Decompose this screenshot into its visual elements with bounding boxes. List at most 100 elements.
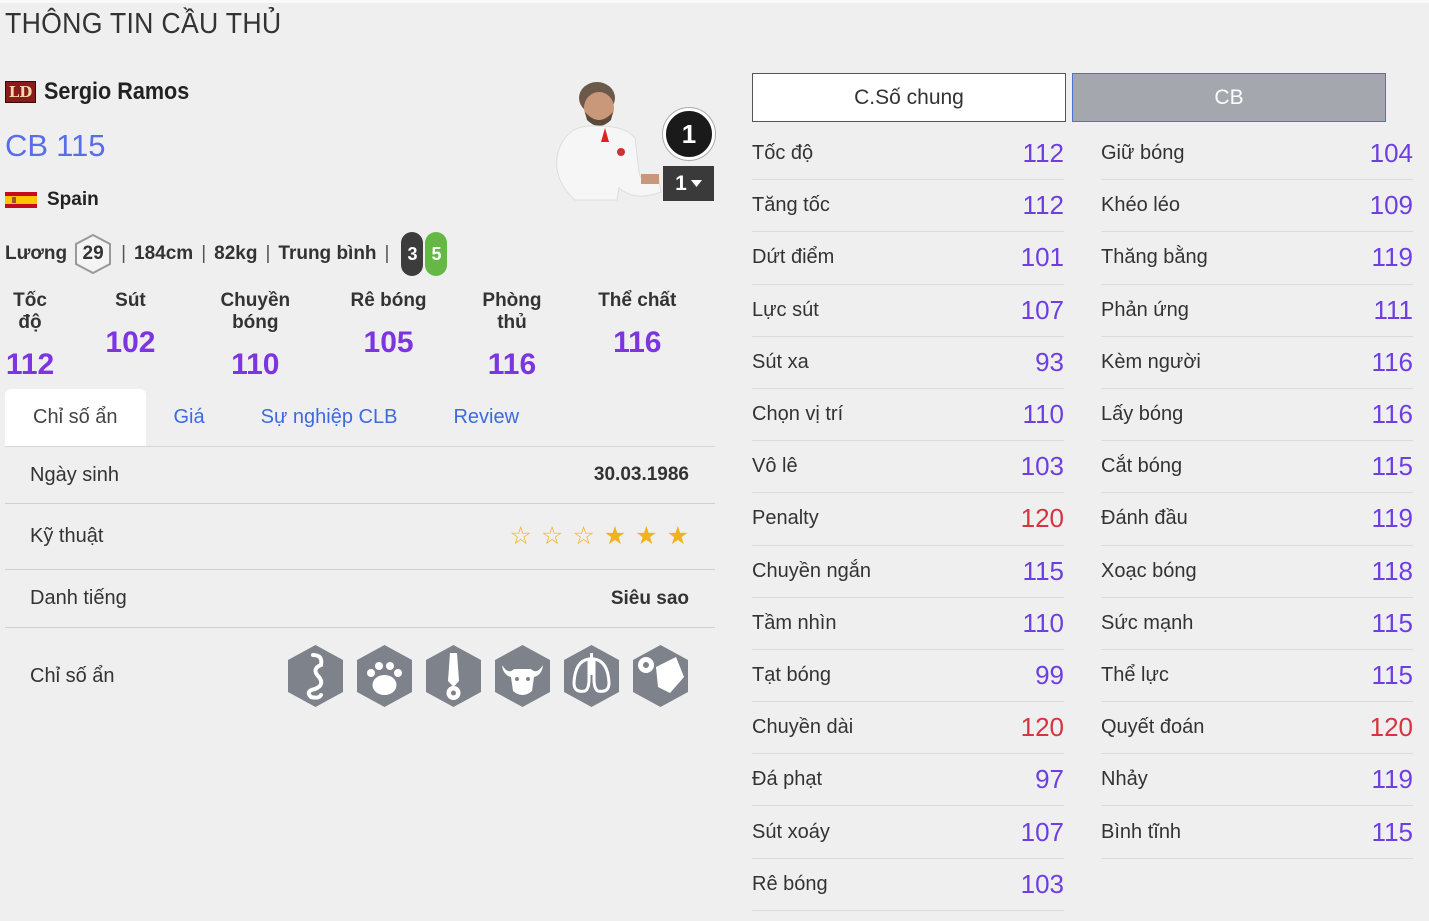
stat-row: Nhảy 119 bbox=[1101, 754, 1413, 807]
weight-value: 82kg bbox=[214, 243, 258, 264]
tie-ball-trait-icon[interactable] bbox=[423, 643, 484, 709]
stat-value: 103 bbox=[1020, 451, 1064, 482]
stat-name: Lấy bóng bbox=[1101, 403, 1184, 426]
summary-label: Phòng thủ bbox=[482, 290, 542, 333]
spain-flag-icon bbox=[5, 192, 37, 208]
foot-ratings: 3 5 bbox=[401, 232, 448, 276]
stat-name: Phản ứng bbox=[1101, 298, 1189, 321]
summary-value: 116 bbox=[487, 348, 537, 381]
stat-row: Tốc độ 112 bbox=[752, 128, 1064, 181]
player-position: CB bbox=[5, 128, 49, 163]
stat-name: Sút xoáy bbox=[752, 820, 830, 843]
stat-row: Thăng bằng 119 bbox=[1101, 232, 1413, 285]
traits-row: Chỉ số ẩn bbox=[5, 628, 715, 724]
cb-position-button[interactable]: CB bbox=[1072, 73, 1386, 122]
stat-name: Tăng tốc bbox=[752, 194, 830, 217]
stat-name: Lực sút bbox=[752, 298, 819, 321]
summary-passing: Chuyền bóng 110 bbox=[201, 290, 310, 382]
boot-ball-trait-icon[interactable] bbox=[630, 643, 691, 709]
stat-name: Rê bóng bbox=[752, 872, 828, 895]
stat-name: Penalty bbox=[752, 507, 819, 530]
stats-column-left: Tốc độ 112 Tăng tốc 112 Dứt điểm 101 Lực sút 10… bbox=[752, 128, 1064, 911]
fame-row: Danh tiếng Siêu sao bbox=[5, 570, 715, 628]
summary-label: Chuyền bóng bbox=[220, 290, 291, 333]
summary-physical: Thể chất 116 bbox=[557, 290, 718, 382]
star-filled-icon: ★ bbox=[603, 522, 627, 550]
stat-name: Sút xa bbox=[752, 350, 809, 373]
stat-value: 118 bbox=[1371, 555, 1413, 586]
stat-row: Chọn vị trí 110 bbox=[752, 389, 1064, 442]
snake-trait-icon[interactable] bbox=[285, 643, 346, 709]
player-name: Sergio Ramos bbox=[44, 78, 190, 105]
stat-value: 112 bbox=[1022, 138, 1064, 169]
skill-stars: ☆ ☆ ☆ ★ ★ ★ bbox=[509, 524, 689, 549]
player-ovr: 115 bbox=[56, 128, 106, 163]
tab-review[interactable]: Review bbox=[425, 389, 547, 446]
stat-row: Lực sút 107 bbox=[752, 285, 1064, 337]
summary-value: 105 bbox=[363, 326, 414, 359]
birth-label: Ngày sinh bbox=[30, 463, 119, 486]
stat-value: 120 bbox=[1020, 712, 1064, 743]
stat-name: Chuyền ngắn bbox=[752, 559, 871, 582]
stat-row: Cắt bóng 115 bbox=[1101, 441, 1413, 494]
tab-price[interactable]: Giá bbox=[146, 389, 233, 446]
stat-name: Nhảy bbox=[1101, 768, 1148, 791]
fame-label: Danh tiếng bbox=[30, 587, 127, 609]
skill-label: Kỹ thuật bbox=[30, 525, 104, 547]
detail-tabs: Chỉ số ẩn Giá Sự nghiệp CLB Review bbox=[5, 389, 715, 447]
stat-name: Đá phạt bbox=[752, 768, 823, 791]
stat-value: 112 bbox=[1022, 190, 1064, 221]
stat-row: Sức mạnh 115 bbox=[1101, 598, 1413, 650]
lungs-trait-icon[interactable] bbox=[561, 643, 622, 709]
wage-label: Lương bbox=[5, 243, 68, 264]
position-ovr: CB 115 bbox=[5, 128, 114, 164]
stat-name: Khéo léo bbox=[1101, 194, 1180, 217]
summary-label: Tốc độ bbox=[13, 290, 47, 333]
stat-name: Kèm người bbox=[1101, 350, 1201, 373]
stat-value: 110 bbox=[1022, 607, 1064, 638]
stat-name: Dứt điểm bbox=[752, 246, 835, 269]
star-filled-icon: ★ bbox=[635, 522, 658, 550]
star-empty-icon: ☆ bbox=[572, 522, 595, 550]
summary-defending: Phòng thủ 116 bbox=[467, 290, 556, 382]
build-value: Trung bình bbox=[278, 243, 377, 264]
paw-trait-icon[interactable] bbox=[354, 643, 415, 709]
stat-row: Tăng tốc 112 bbox=[752, 180, 1064, 233]
stat-value: 115 bbox=[1371, 607, 1413, 638]
summary-shooting: Sút 102 bbox=[60, 290, 201, 382]
top-divider bbox=[0, 0, 1429, 3]
bison-trait-icon[interactable] bbox=[492, 643, 553, 709]
stat-value: 107 bbox=[1020, 816, 1064, 847]
upgrade-level-select[interactable]: 1 bbox=[663, 166, 714, 201]
height-value: 184cm bbox=[134, 243, 194, 264]
stat-name: Tạt bóng bbox=[752, 663, 831, 686]
skill-row: Kỹ thuật ☆ ☆ ☆ ★ ★ ★ bbox=[5, 504, 715, 570]
star-filled-icon: ★ bbox=[666, 522, 689, 550]
stat-value: 107 bbox=[1020, 294, 1064, 325]
stat-name: Vô lê bbox=[752, 455, 798, 478]
fame-value: Siêu sao bbox=[610, 587, 689, 609]
stat-row: Đánh đầu 119 bbox=[1101, 493, 1413, 546]
stat-name: Bình tĩnh bbox=[1101, 820, 1182, 843]
tab-hidden-stats[interactable]: Chỉ số ẩn bbox=[5, 389, 146, 446]
tab-club-career[interactable]: Sự nghiệp CLB bbox=[233, 389, 426, 446]
page-title: THÔNG TIN CẦU THỦ bbox=[5, 8, 282, 40]
chevron-down-icon bbox=[690, 180, 702, 187]
summary-label: Thể chất bbox=[598, 290, 677, 311]
traits-label: Chỉ số ẩn bbox=[30, 664, 115, 687]
stat-row: Chuyền ngắn 115 bbox=[752, 546, 1064, 598]
upgrade-level-badge: 1 bbox=[663, 108, 715, 160]
stat-value: 119 bbox=[1371, 503, 1413, 534]
star-empty-icon: ☆ bbox=[540, 522, 564, 550]
stat-row: Thể lực 115 bbox=[1101, 650, 1413, 703]
stat-row: Xoạc bóng 118 bbox=[1101, 546, 1413, 598]
player-photo bbox=[556, 82, 662, 201]
right-foot-icon: 5 bbox=[425, 232, 448, 276]
stat-summary: Tốc độ 112 Sút 102 Chuyền bóng 110 Rê bóng 1… bbox=[0, 290, 718, 382]
stat-row: Quyết đoán 120 bbox=[1101, 702, 1413, 755]
trait-icons bbox=[285, 643, 691, 709]
stat-name: Đánh đầu bbox=[1101, 507, 1188, 530]
general-stats-button[interactable]: C.Số chung bbox=[752, 73, 1066, 122]
stat-value: 110 bbox=[1022, 399, 1064, 430]
upgrade-level-value: 1 bbox=[675, 171, 687, 195]
